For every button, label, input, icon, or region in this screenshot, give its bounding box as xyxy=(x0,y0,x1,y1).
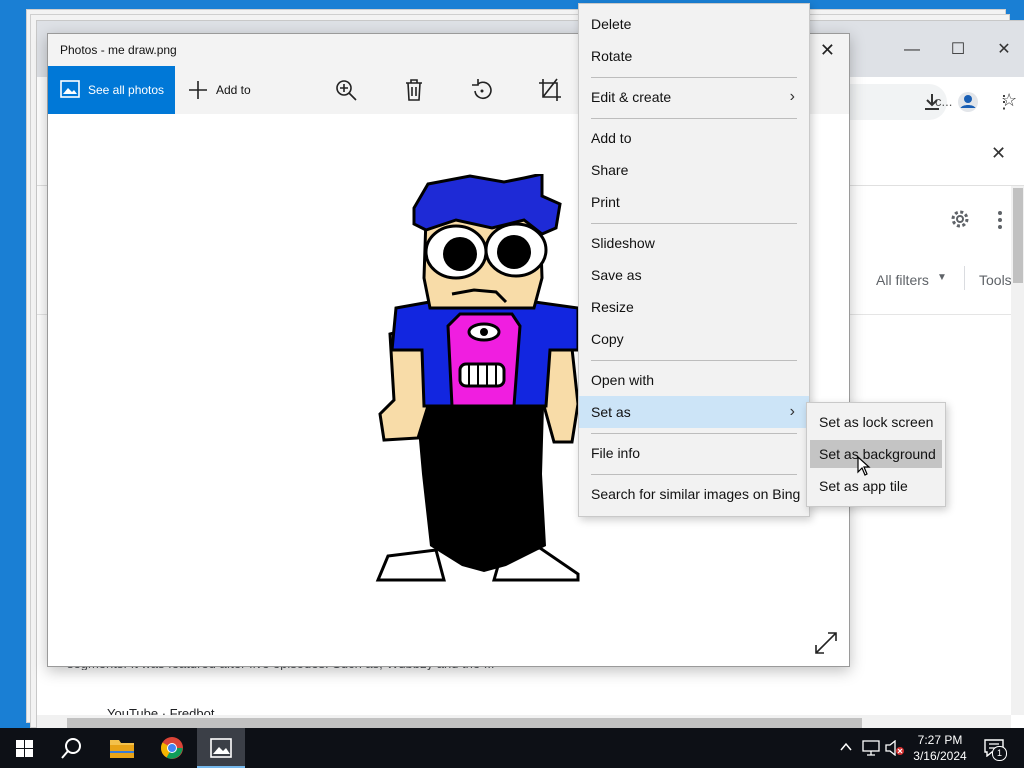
all-filters-button[interactable]: All filters xyxy=(876,272,929,288)
clock-date: 3/16/2024 xyxy=(913,749,967,763)
set-as-submenu: Set as lock screen Set as background Set… xyxy=(806,402,946,507)
menu-item-label: Search for similar images on Bing xyxy=(591,486,801,502)
menu-item-add-to[interactable]: Add to xyxy=(579,122,809,154)
submenu-item-label: Set as app tile xyxy=(819,478,908,494)
menu-item-label: Slideshow xyxy=(591,235,655,251)
expand-fullscreen-icon[interactable] xyxy=(815,632,837,654)
menu-item-label: Add to xyxy=(591,130,632,146)
window-title: Photos - me draw.png xyxy=(60,43,177,57)
menu-item-label: Share xyxy=(591,162,629,178)
close-icon[interactable]: ✕ xyxy=(820,40,835,61)
menu-item-copy[interactable]: Copy xyxy=(579,323,809,355)
menu-item-label: Open with xyxy=(591,372,655,388)
menu-item-delete[interactable]: Delete xyxy=(579,8,809,40)
folder-icon xyxy=(110,740,134,758)
delete-trash-icon[interactable] xyxy=(402,78,426,102)
menu-separator xyxy=(591,223,797,224)
chrome-icon xyxy=(161,737,183,759)
menu-item-label: Resize xyxy=(591,299,634,315)
see-all-photos-button[interactable]: See all photos xyxy=(48,66,175,114)
see-all-photos-label: See all photos xyxy=(88,83,165,97)
scrollbar-thumb[interactable] xyxy=(1013,188,1023,283)
settings-gear-icon[interactable] xyxy=(949,208,971,235)
chevron-right-icon: › xyxy=(789,403,795,420)
menu-item-label: Print xyxy=(591,194,620,210)
submenu-item-app-tile[interactable]: Set as app tile xyxy=(810,472,942,500)
submenu-item-label: Set as background xyxy=(819,446,936,462)
menu-item-rotate[interactable]: Rotate xyxy=(579,40,809,72)
menu-item-label: Save as xyxy=(591,267,642,283)
rotate-icon[interactable] xyxy=(470,78,494,102)
menu-item-set-as[interactable]: Set as › xyxy=(579,396,809,428)
submenu-item-lock-screen[interactable]: Set as lock screen xyxy=(810,408,942,436)
taskbar: 7:27 PM 3/16/2024 1 xyxy=(0,728,1024,768)
volume-muted-icon[interactable] xyxy=(885,740,905,756)
vertical-scrollbar[interactable] xyxy=(1011,186,1024,715)
menu-item-share[interactable]: Share xyxy=(579,154,809,186)
menu-item-label: Rotate xyxy=(591,48,633,64)
character-drawing-image xyxy=(375,174,580,582)
menu-separator xyxy=(591,118,797,119)
taskbar-file-explorer[interactable] xyxy=(98,728,146,768)
network-icon[interactable] xyxy=(862,740,880,756)
download-icon[interactable] xyxy=(917,87,947,117)
apps-grid-icon[interactable] xyxy=(997,210,1005,230)
taskbar-chrome[interactable] xyxy=(148,728,196,768)
add-to-button[interactable]: Add to xyxy=(186,66,276,114)
menu-separator xyxy=(591,360,797,361)
photos-gallery-icon xyxy=(60,80,80,98)
search-button[interactable] xyxy=(48,728,96,768)
zoom-in-icon[interactable] xyxy=(334,78,358,102)
submenu-item-label: Set as lock screen xyxy=(819,414,934,430)
menu-item-label: Set as xyxy=(591,404,631,420)
tools-button[interactable]: Tools xyxy=(979,272,1012,288)
profile-avatar-icon[interactable] xyxy=(953,87,983,117)
menu-item-edit-create[interactable]: Edit & create › xyxy=(579,81,809,113)
chevron-right-icon: › xyxy=(789,88,795,105)
menu-item-resize[interactable]: Resize xyxy=(579,291,809,323)
taskbar-photos[interactable] xyxy=(197,728,245,768)
clock-time: 7:27 PM xyxy=(917,733,963,747)
windows-logo-icon xyxy=(16,740,33,757)
menu-item-open-with[interactable]: Open with xyxy=(579,364,809,396)
menu-separator xyxy=(591,433,797,434)
menu-item-file-info[interactable]: File info xyxy=(579,437,809,469)
minimize-button[interactable]: — xyxy=(889,35,935,65)
action-center-button[interactable]: 1 xyxy=(980,728,1024,768)
menu-item-label: Copy xyxy=(591,331,624,347)
photos-app-icon xyxy=(210,738,232,758)
maximize-button[interactable]: ☐ xyxy=(935,35,981,65)
divider xyxy=(964,266,965,290)
menu-item-search-bing[interactable]: Search for similar images on Bing xyxy=(579,478,809,510)
close-panel-icon[interactable]: ✕ xyxy=(991,143,1006,164)
system-clock[interactable]: 7:27 PM 3/16/2024 xyxy=(905,732,975,764)
chevron-down-icon: ▼ xyxy=(937,272,947,283)
notification-count-badge: 1 xyxy=(992,746,1007,761)
mouse-cursor-icon xyxy=(857,456,871,476)
menu-item-slideshow[interactable]: Slideshow xyxy=(579,227,809,259)
add-to-label: Add to xyxy=(216,83,251,97)
context-menu: Delete Rotate Edit & create › Add to Shar… xyxy=(578,3,810,517)
menu-separator xyxy=(591,474,797,475)
chrome-menu-icon[interactable]: ⋮ xyxy=(989,87,1019,117)
menu-separator xyxy=(591,77,797,78)
start-button[interactable] xyxy=(0,728,48,768)
close-button[interactable]: ✕ xyxy=(981,35,1024,65)
search-icon xyxy=(61,738,81,759)
menu-item-label: Delete xyxy=(591,16,632,32)
submenu-item-background[interactable]: Set as background xyxy=(810,440,942,468)
chevron-up-icon[interactable] xyxy=(840,742,852,752)
crop-icon[interactable] xyxy=(538,78,562,102)
scrollbar-thumb[interactable] xyxy=(67,718,862,728)
menu-item-label: File info xyxy=(591,445,641,461)
menu-item-save-as[interactable]: Save as xyxy=(579,259,809,291)
menu-item-print[interactable]: Print xyxy=(579,186,809,218)
menu-item-label: Edit & create xyxy=(591,89,672,105)
plus-icon xyxy=(189,81,207,99)
